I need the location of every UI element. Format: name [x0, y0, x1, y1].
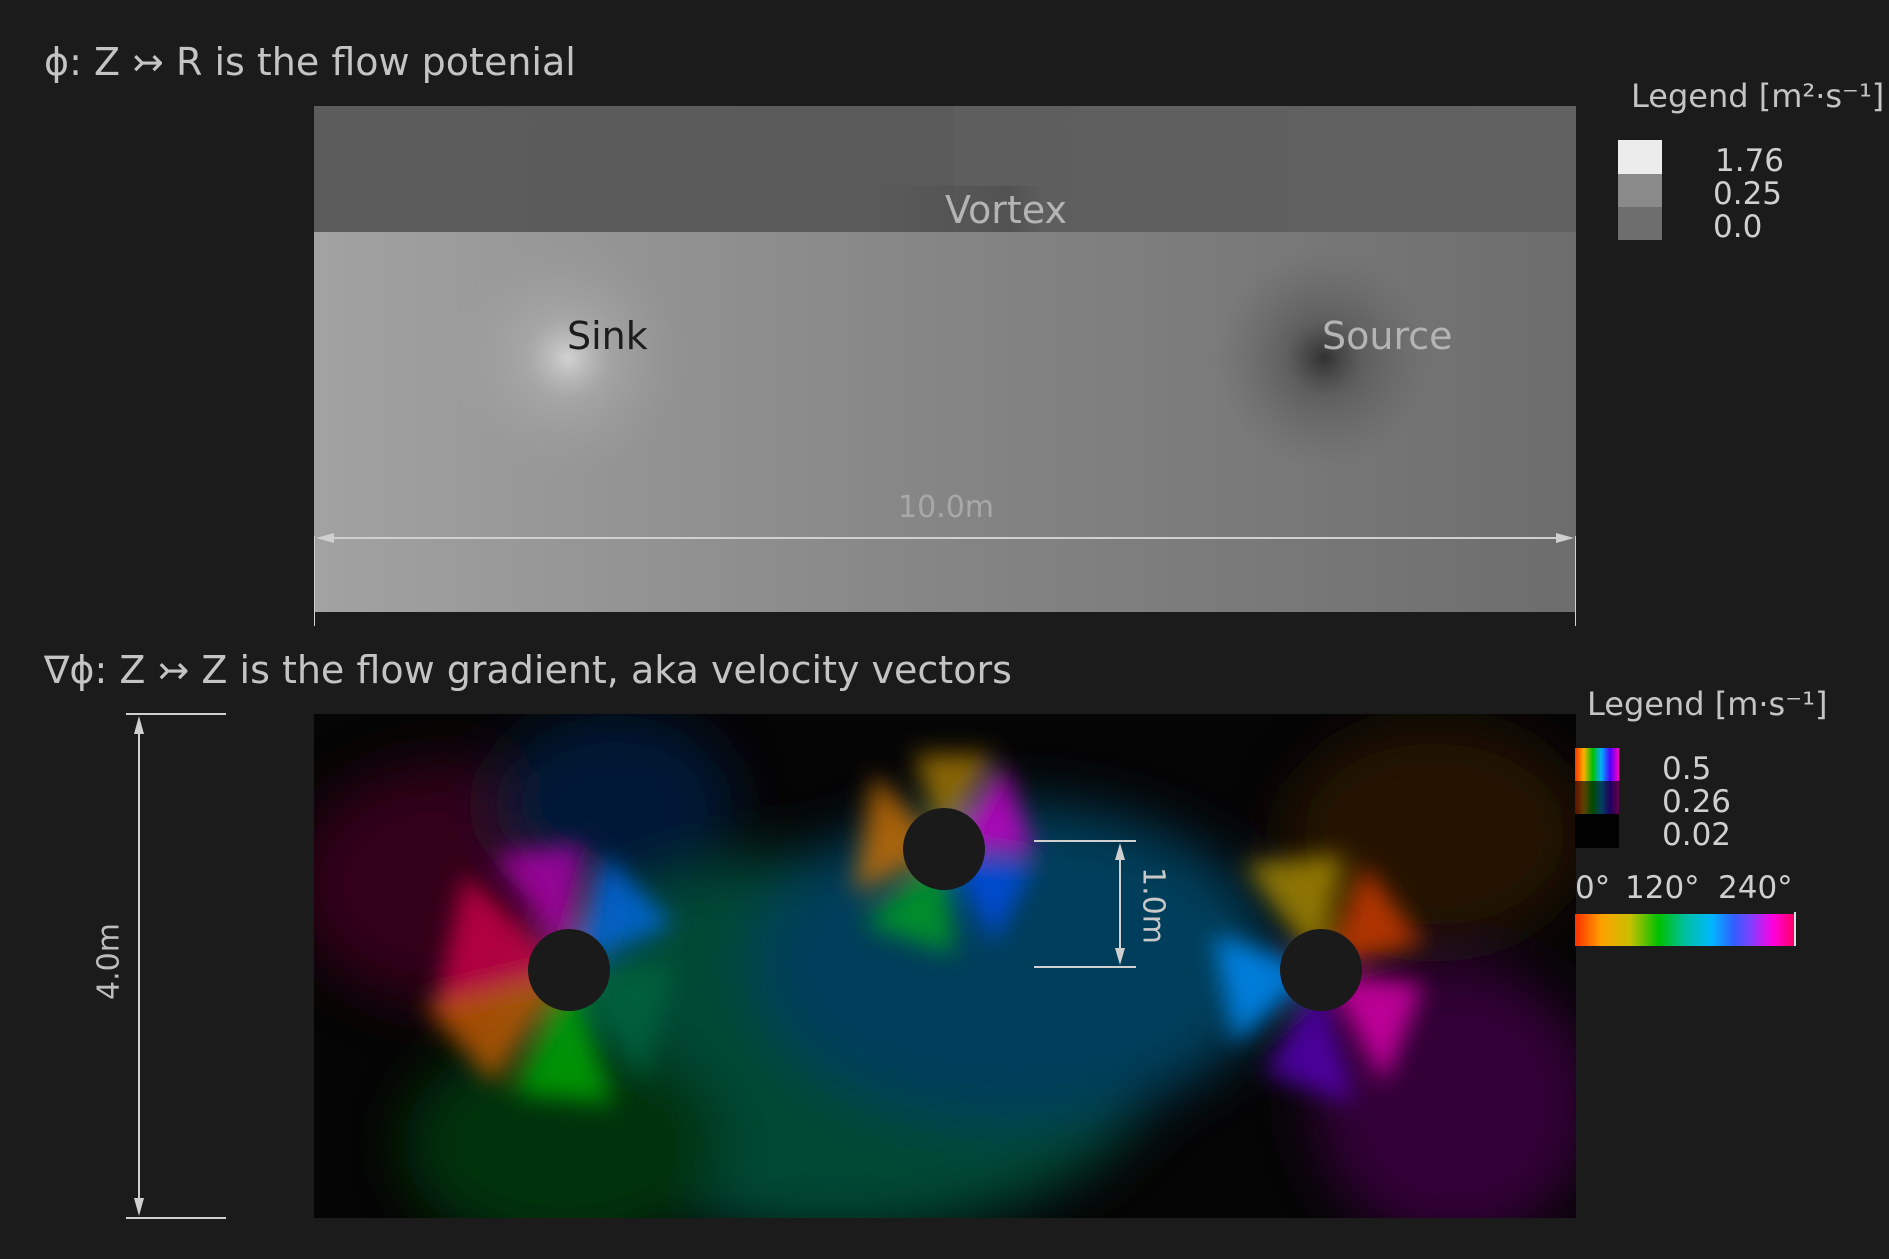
gradient-legend-swatches [1575, 748, 1619, 848]
height-dimension [126, 713, 226, 1219]
sink-label: Sink [567, 314, 648, 358]
gradient-legend-value-mid: 0.26 [1662, 784, 1732, 820]
legend-swatch-high [1575, 748, 1619, 781]
hue-colorbar [1575, 912, 1796, 946]
potential-legend-swatches [1618, 140, 1662, 240]
legend-swatch-mid [1575, 781, 1619, 814]
vortex-core [903, 808, 985, 890]
gradient-legend-value-low: 0.02 [1662, 817, 1732, 853]
potential-title: ϕ: Z ↣ R is the flow potenial [44, 40, 576, 84]
radius-dim-label: 1.0m [1135, 867, 1171, 944]
source-marker [1214, 248, 1434, 468]
potential-legend-value-low: 0.0 [1713, 209, 1763, 245]
gradient-legend-value-high: 0.5 [1662, 751, 1712, 787]
sink-core [528, 929, 610, 1011]
legend-swatch-mid [1618, 174, 1662, 207]
potential-plot [314, 106, 1576, 626]
source-core [1280, 929, 1362, 1011]
hue-label-0: 0° [1575, 870, 1611, 906]
potential-legend-value-mid: 0.25 [1713, 176, 1783, 212]
legend-swatch-high [1618, 140, 1662, 174]
vortex-label: Vortex [945, 188, 1068, 232]
width-dim-label: 10.0m [898, 490, 995, 525]
height-dim-label: 4.0m [91, 923, 127, 1000]
gradient-title: ∇ϕ: Z ↣ Z is the flow gradient, aka velo… [44, 648, 1012, 692]
hue-label-120: 120° [1625, 870, 1700, 906]
potential-legend-title: Legend [m²·s⁻¹] [1631, 77, 1885, 115]
potential-legend-value-high: 1.76 [1715, 143, 1785, 179]
sink-marker [448, 238, 688, 478]
legend-swatch-low [1575, 814, 1619, 848]
source-label: Source [1322, 314, 1453, 358]
hue-label-240: 240° [1718, 870, 1793, 906]
legend-swatch-low [1618, 207, 1662, 240]
gradient-plot [314, 714, 1576, 1218]
gradient-legend-title: Legend [m·s⁻¹] [1587, 685, 1828, 723]
